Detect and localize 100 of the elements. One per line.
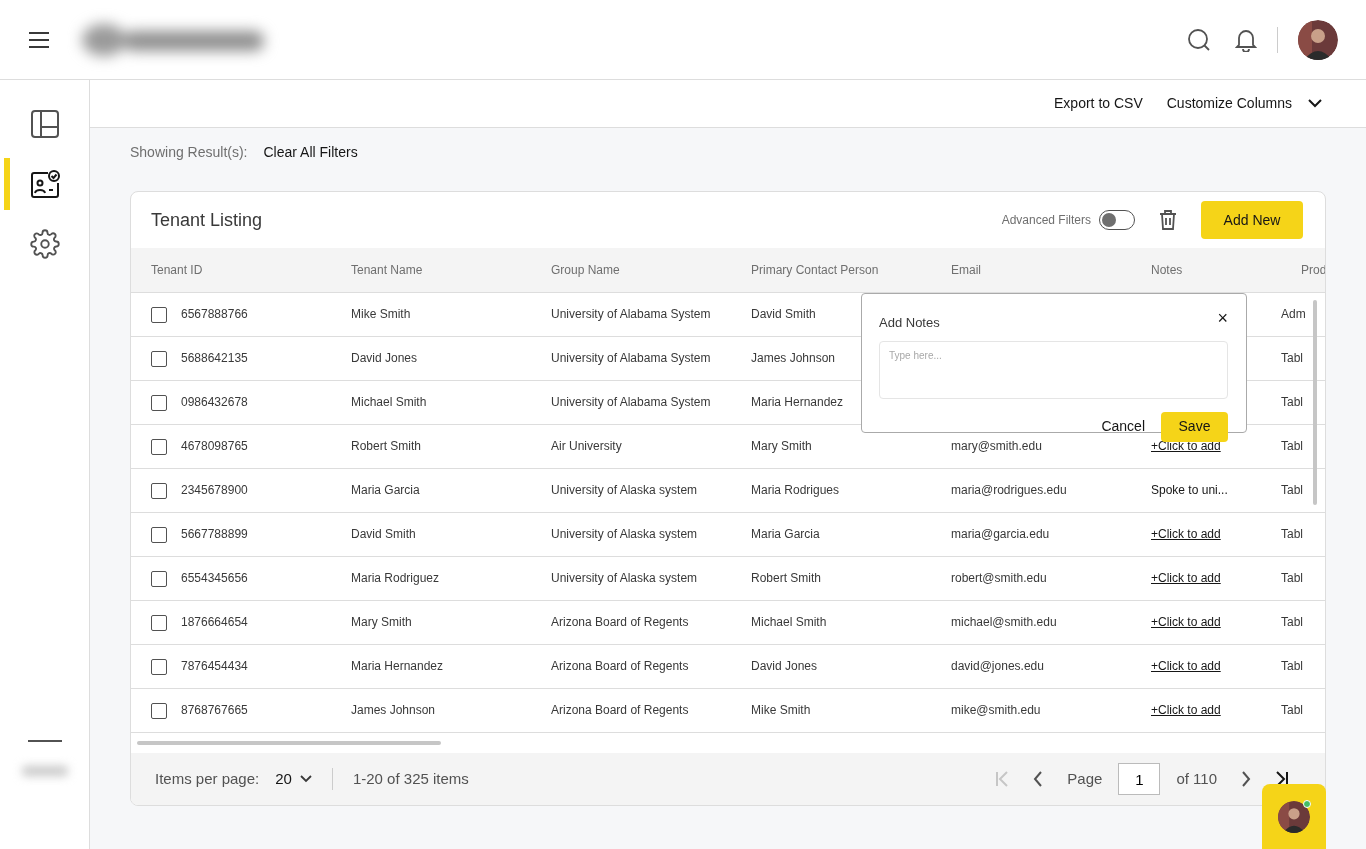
row-checkbox[interactable]	[151, 570, 167, 587]
row-checkbox[interactable]	[151, 703, 167, 720]
cancel-button[interactable]: Cancel	[1101, 416, 1145, 437]
table-cell: Maria Garcia	[351, 483, 420, 497]
row-checkbox[interactable]	[151, 482, 167, 499]
bell-icon[interactable]	[1235, 27, 1257, 52]
tenant-id: 2345678900	[181, 483, 248, 497]
horizontal-scrollbar[interactable]	[137, 741, 441, 745]
tenant-id: 6567888766	[181, 307, 248, 321]
add-note-link[interactable]: +Click to add	[1151, 571, 1221, 585]
row-checkbox[interactable]	[151, 658, 167, 675]
notes-field[interactable]: Type here...	[879, 340, 1228, 399]
save-button[interactable]: Save	[1161, 411, 1228, 442]
add-new-button[interactable]: Add New	[1201, 201, 1303, 239]
table-cell: mike@smith.edu	[951, 703, 1041, 718]
table-cell: Robert Smith	[751, 571, 822, 585]
popup-title: Add Notes	[879, 314, 940, 332]
table-cell: Michael Smith	[751, 615, 827, 629]
table-cell: Tabl	[1281, 615, 1303, 629]
table-cell: Mike Smith	[351, 307, 411, 321]
table-cell: David Smith	[351, 527, 416, 541]
table-cell: University of Alaska system	[551, 527, 698, 541]
table-cell: Arizona Board of Regents	[551, 659, 689, 673]
table-cell: Adm	[1281, 307, 1306, 321]
table-cell: Tabl	[1281, 571, 1303, 585]
export-csv-link[interactable]: Export to CSV	[1054, 93, 1143, 114]
add-note-link[interactable]: +Click to add	[1151, 439, 1221, 453]
trash-icon[interactable]	[1159, 210, 1177, 230]
avatar[interactable]	[1298, 19, 1338, 60]
previous-page-icon[interactable]	[1033, 771, 1044, 787]
add-note-link[interactable]: +Click to add	[1151, 615, 1221, 629]
settings-icon	[30, 229, 60, 259]
toggle-switch[interactable]	[1099, 210, 1135, 230]
id-card-check-icon	[30, 169, 60, 199]
items-per-page-select[interactable]: 20	[275, 767, 312, 791]
table-cell: Maria Hernandez	[351, 659, 444, 673]
row-checkbox[interactable]	[151, 438, 167, 455]
table-cell: maria@rodrigues.edu	[951, 483, 1067, 497]
table-cell: David Jones	[751, 659, 818, 673]
tenant-id: 7876454434	[181, 659, 248, 673]
card-title: Tenant Listing	[151, 208, 263, 232]
column-header: Prod	[1301, 262, 1325, 277]
row-checkbox[interactable]	[151, 350, 167, 367]
search-icon[interactable]	[1187, 27, 1211, 52]
chat-widget[interactable]	[1262, 784, 1326, 849]
table-cell: University of Alabama System	[551, 307, 711, 321]
table-cell: University of Alaska system	[551, 483, 698, 497]
close-button[interactable]: ×	[1217, 304, 1228, 333]
table-cell: Tabl	[1281, 483, 1303, 497]
table-cell: Maria Hernandez	[751, 395, 844, 409]
showing-results-label: Showing Result(s):	[130, 142, 248, 162]
table-cell: michael@smith.edu	[951, 615, 1057, 629]
add-note-link[interactable]: +Click to add	[1151, 659, 1221, 673]
tenant-id: 8768767665	[181, 703, 248, 718]
note-text: Spoke to uni...	[1151, 483, 1228, 497]
column-header: Tenant Name	[351, 262, 423, 277]
items-per-page-label: Items per page:	[155, 768, 260, 789]
layout-icon	[30, 109, 60, 139]
table-cell: Arizona Board of Regents	[551, 615, 689, 629]
table-cell: Mary Smith	[351, 615, 412, 629]
table-cell: Tabl	[1281, 703, 1303, 718]
row-checkbox[interactable]	[151, 526, 167, 543]
total-pages-text: of 110	[1176, 768, 1217, 789]
column-header: Primary Contact Person	[751, 262, 879, 277]
table-cell: David Smith	[751, 307, 816, 321]
tenant-id: 5688642135	[181, 351, 248, 365]
clear-filters-link[interactable]: Clear All Filters	[263, 141, 358, 163]
column-header: Notes	[1151, 262, 1183, 277]
last-page-icon[interactable]	[1275, 771, 1289, 787]
table-cell: James Johnson	[351, 703, 436, 718]
table-cell: University of Alabama System	[551, 351, 711, 365]
table-cell: University of Alaska system	[551, 571, 698, 585]
row-checkbox[interactable]	[151, 394, 167, 411]
table-cell: Mary Smith	[751, 439, 812, 453]
table-cell: Tabl	[1281, 659, 1303, 673]
customize-columns-dropdown[interactable]: Customize Columns	[1166, 93, 1322, 114]
table-cell: Maria Rodrigues	[751, 483, 840, 497]
page-label: Page	[1067, 768, 1103, 789]
avatar[interactable]	[1278, 800, 1310, 833]
next-page-icon[interactable]	[1241, 771, 1251, 787]
tenant-id: 6554345656	[181, 571, 248, 585]
table-cell: maria@garcia.edu	[951, 527, 1050, 541]
table-cell: Tabl	[1281, 439, 1303, 453]
table-cell: Maria Rodriguez	[351, 571, 440, 585]
vertical-scrollbar[interactable]	[1313, 300, 1317, 505]
row-checkbox[interactable]	[151, 306, 167, 323]
menu-icon[interactable]	[28, 31, 50, 48]
page-input[interactable]: 1	[1118, 763, 1161, 795]
table-cell: Maria Garcia	[751, 527, 820, 541]
table-cell: david@jones.edu	[951, 659, 1044, 673]
tenant-id: 5667788899	[181, 527, 248, 541]
column-header: Tenant ID	[151, 262, 203, 277]
add-note-link[interactable]: +Click to add	[1151, 703, 1221, 718]
row-checkbox[interactable]	[151, 614, 167, 631]
table-cell: David Jones	[351, 351, 418, 365]
tenant-id: 4678098765	[181, 439, 248, 453]
item-range-text: 1-20 of 325 items	[352, 768, 469, 789]
add-note-link[interactable]: +Click to add	[1151, 527, 1221, 541]
table-cell: Tabl	[1281, 527, 1303, 541]
table-cell: mary@smith.edu	[951, 439, 1042, 453]
